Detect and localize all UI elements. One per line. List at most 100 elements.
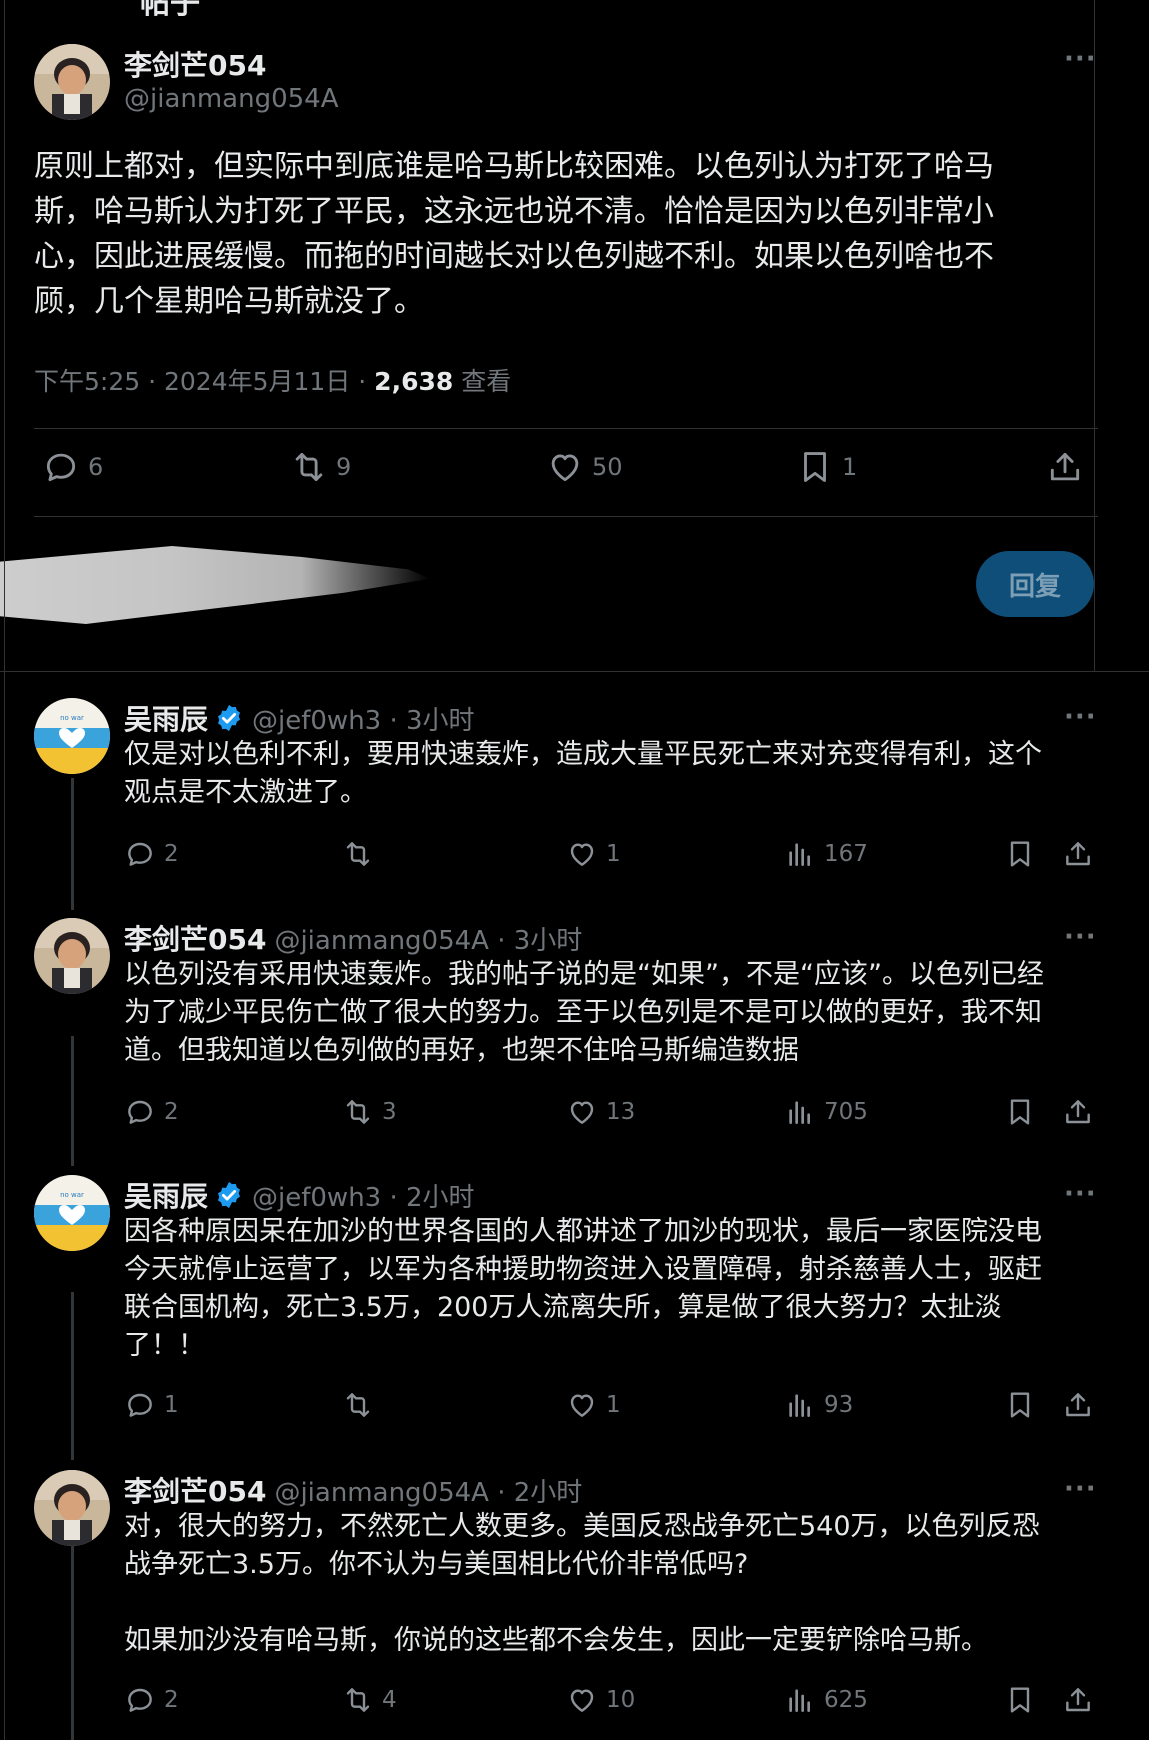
retweet-icon bbox=[346, 1393, 370, 1417]
tweet-text-line: 斯，哈马斯认为打死了平民，这永远也说不清。恰恰是因为以色列非常小 bbox=[34, 194, 994, 229]
share-action[interactable] bbox=[1046, 448, 1084, 486]
bookmark-action[interactable] bbox=[1004, 1389, 1036, 1421]
more-options-icon[interactable]: ··· bbox=[1064, 922, 1097, 952]
author-handle[interactable]: @jianmang054A · 2小时 bbox=[274, 1472, 582, 1509]
retweet-action[interactable] bbox=[342, 1389, 382, 1421]
analytics-icon bbox=[789, 843, 810, 866]
bookmark-action[interactable] bbox=[1004, 838, 1036, 870]
author-name[interactable]: 李剑芒054 bbox=[124, 44, 266, 84]
avatar[interactable] bbox=[34, 918, 110, 994]
view-count: 167 bbox=[824, 841, 868, 867]
reply-header: 李剑芒054 @jianmang054A · 3小时 bbox=[124, 918, 582, 958]
retweet-action[interactable]: 9 bbox=[290, 448, 351, 486]
author-handle[interactable]: @jianmang054A bbox=[124, 84, 339, 114]
reply-action[interactable]: 2 bbox=[124, 1096, 179, 1128]
avatar-badge-text: no war bbox=[60, 1191, 84, 1199]
reply-text-line: 联合国机构，死亡3.5万，200万人流离失所，算是做了很大努力？太扯淡 bbox=[124, 1292, 1002, 1323]
divider bbox=[34, 428, 1098, 429]
reply-action[interactable]: 6 bbox=[42, 448, 103, 486]
reply-tweet: 李剑芒054 @jianmang054A · 2小时 ··· 对，很大的努力，不… bbox=[0, 1470, 1149, 1740]
bookmark-icon bbox=[804, 452, 826, 482]
analytics-icon bbox=[789, 1101, 810, 1124]
reply-text-line: 观点是不太激进了。 bbox=[124, 777, 367, 808]
author-handle[interactable]: @jianmang054A · 3小时 bbox=[274, 920, 582, 957]
retweet-icon bbox=[346, 1100, 370, 1124]
author-handle[interactable]: @jef0wh3 · 2小时 bbox=[252, 1177, 475, 1214]
like-action[interactable]: 10 bbox=[566, 1684, 635, 1716]
share-action[interactable] bbox=[1062, 1389, 1094, 1421]
like-count: 10 bbox=[606, 1687, 636, 1713]
bookmark-action[interactable] bbox=[1004, 1684, 1036, 1716]
views-label: 查看 bbox=[453, 367, 512, 396]
reply-icon bbox=[128, 842, 152, 866]
avatar-photo bbox=[34, 918, 110, 994]
author-handle[interactable]: @jef0wh3 · 3小时 bbox=[252, 700, 475, 737]
more-options-icon[interactable]: ··· bbox=[1064, 44, 1097, 74]
analytics-icon bbox=[789, 1689, 810, 1712]
reply-actions: 1 1 93 bbox=[124, 1389, 1104, 1429]
views-action[interactable]: 93 bbox=[784, 1389, 853, 1421]
reply-text-line: 道。但我知道以色列做的再好，也架不住哈马斯编造数据 bbox=[124, 1035, 799, 1066]
reply-text-line: 战争死亡3.5万。你不认为与美国相比代价非常低吗? bbox=[124, 1549, 749, 1580]
bookmark-action[interactable] bbox=[1004, 1096, 1036, 1128]
share-action[interactable] bbox=[1062, 1684, 1094, 1716]
reply-tweet: no war 吴雨辰 @jef0wh3 · 3小时 ··· 仅是对以色利不利，要… bbox=[0, 698, 1149, 888]
retweet-action[interactable] bbox=[342, 838, 382, 870]
reply-text-line: 对，很大的努力，不然死亡人数更多。美国反恐战争死亡540万，以色列反恐 bbox=[124, 1511, 1040, 1542]
reply-text-line: 因各种原因呆在加沙的世界各国的人都讲述了加沙的现状，最后一家医院没电 bbox=[124, 1216, 1042, 1247]
avatar[interactable] bbox=[34, 1470, 110, 1546]
avatar[interactable] bbox=[34, 44, 110, 120]
bookmark-action[interactable]: 1 bbox=[796, 448, 857, 486]
reply-count: 1 bbox=[164, 1392, 179, 1418]
heart-icon bbox=[570, 1101, 594, 1124]
verified-badge-icon bbox=[218, 1181, 241, 1209]
retweet-count: 9 bbox=[336, 453, 352, 481]
reply-text: 以色列没有采用快速轰炸。我的帖子说的是“如果”，不是“应该”。以色列已经 为了减… bbox=[124, 956, 1084, 1070]
retweet-action[interactable]: 4 bbox=[342, 1684, 397, 1716]
reply-actions: 2 3 13 705 bbox=[124, 1096, 1104, 1136]
bookmark-icon bbox=[1010, 1099, 1030, 1125]
redacted-avatar-scribble bbox=[0, 546, 430, 624]
retweet-action[interactable]: 3 bbox=[342, 1096, 397, 1128]
bookmark-icon bbox=[1010, 841, 1030, 867]
reply-header: 吴雨辰 @jef0wh3 · 2小时 bbox=[124, 1175, 475, 1215]
like-action[interactable]: 50 bbox=[546, 448, 623, 486]
reply-action[interactable]: 1 bbox=[124, 1389, 179, 1421]
share-icon bbox=[1050, 452, 1080, 481]
like-action[interactable]: 13 bbox=[566, 1096, 635, 1128]
reply-text-line: 以色列没有采用快速轰炸。我的帖子说的是“如果”，不是“应该”。以色列已经 bbox=[124, 959, 1044, 990]
view-count: 625 bbox=[824, 1687, 868, 1713]
like-action[interactable]: 1 bbox=[566, 1389, 621, 1421]
view-count: 93 bbox=[824, 1392, 854, 1418]
more-options-icon[interactable]: ··· bbox=[1064, 1474, 1097, 1504]
tweet-text-line: 原则上都对，但实际中到底谁是哈马斯比较困难。以色列认为打死了哈马 bbox=[34, 149, 994, 184]
reply-count: 6 bbox=[88, 453, 104, 481]
like-action[interactable]: 1 bbox=[566, 838, 621, 870]
avatar[interactable]: no war bbox=[34, 698, 110, 774]
author-name[interactable]: 李剑芒054 bbox=[124, 1470, 266, 1510]
bookmark-icon bbox=[1010, 1392, 1030, 1418]
reply-action[interactable]: 2 bbox=[124, 838, 179, 870]
more-options-icon[interactable]: ··· bbox=[1064, 1179, 1097, 1209]
more-options-icon[interactable]: ··· bbox=[1064, 702, 1097, 732]
reply-button[interactable]: 回复 bbox=[976, 551, 1094, 617]
tweet-timestamp[interactable]: 下午5:25 · 2024年5月11日 · bbox=[34, 367, 374, 396]
author-name[interactable]: 李剑芒054 bbox=[124, 918, 266, 958]
column-border-right bbox=[1094, 0, 1095, 672]
divider bbox=[34, 516, 1098, 517]
views-action[interactable]: 625 bbox=[784, 1684, 868, 1716]
views-action[interactable]: 167 bbox=[784, 838, 868, 870]
avatar[interactable]: no war bbox=[34, 1175, 110, 1251]
tweet-text-line: 顾，几个星期哈马斯就没了。 bbox=[34, 284, 424, 319]
share-action[interactable] bbox=[1062, 1096, 1094, 1128]
reply-header: 李剑芒054 @jianmang054A · 2小时 bbox=[124, 1470, 582, 1510]
share-icon bbox=[1066, 1100, 1090, 1124]
bookmark-icon bbox=[1010, 1687, 1030, 1713]
author-name[interactable]: 吴雨辰 bbox=[124, 698, 208, 738]
views-action[interactable]: 705 bbox=[784, 1096, 868, 1128]
author-name[interactable]: 吴雨辰 bbox=[124, 1175, 208, 1215]
reply-action[interactable]: 2 bbox=[124, 1684, 179, 1716]
heart-icon bbox=[570, 1689, 594, 1712]
reply-header: 吴雨辰 @jef0wh3 · 3小时 bbox=[124, 698, 475, 738]
share-action[interactable] bbox=[1062, 838, 1094, 870]
